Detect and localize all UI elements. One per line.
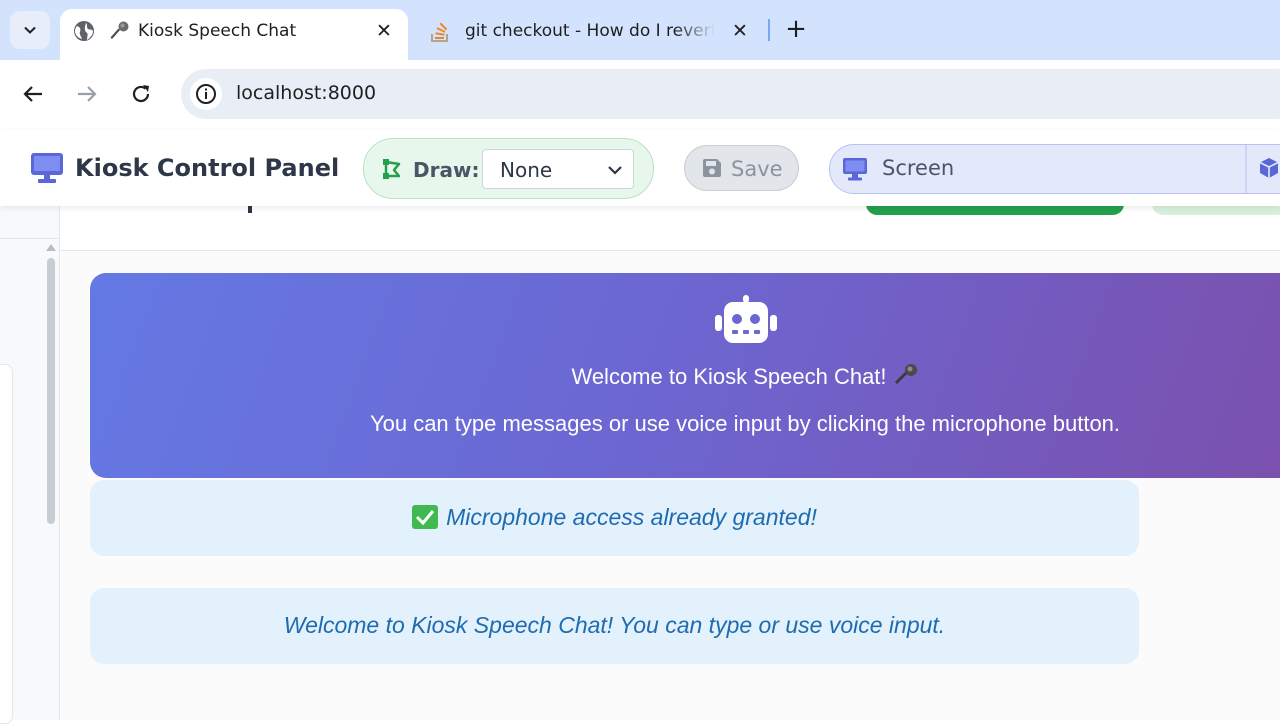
screen-selector[interactable]: Screen [829,144,1280,194]
scroll-up-arrow[interactable] [46,244,56,251]
screen-label: Screen [882,156,955,180]
address-bar[interactable]: localhost:8000 [181,69,1280,119]
draw-mode-select[interactable]: None [482,149,634,189]
control-panel-header: Kiosk Control Panel Draw: None Save Scre… [0,130,1280,206]
save-button[interactable]: Save [684,145,799,191]
page-header-strip [60,204,1280,251]
info-icon [196,84,216,104]
welcome-title-line: Welcome to Kiosk Speech Chat! [90,363,1280,390]
cube-icon[interactable] [1258,157,1280,179]
tab-title: Kiosk Speech Chat [138,21,297,41]
tab-separator [768,19,770,41]
monitor-icon [843,158,867,181]
system-message: Welcome to Kiosk Speech Chat! You can ty… [90,588,1139,664]
stack-overflow-icon [431,22,448,42]
check-mark-icon [412,505,439,529]
welcome-subtitle: You can type messages or use voice input… [369,411,1121,436]
scrollbar-thumb[interactable] [47,258,55,524]
microphone-icon [110,21,129,39]
robot-icon [715,295,777,343]
system-message: Microphone access already granted! [90,480,1139,556]
chevron-down-icon [608,166,622,175]
draw-control: Draw: None [363,138,654,199]
tab-search-button[interactable] [10,11,50,49]
close-icon[interactable]: ✕ [372,19,396,43]
floppy-disk-icon [703,159,721,177]
clipped-heading [248,206,252,213]
message-text: Microphone access already granted! [446,504,817,530]
tab-git-checkout[interactable]: git checkout - How do I revert a ✕ [420,9,765,55]
save-label: Save [731,157,783,181]
app-title: Kiosk Control Panel [75,154,340,182]
sidebar-panel [0,364,13,724]
back-arrow-icon [23,86,42,102]
forward-arrow-icon [78,86,97,102]
reload-button[interactable] [127,80,155,108]
draw-label: Draw: [413,158,480,182]
tab-kiosk-speech-chat[interactable]: Kiosk Speech Chat ✕ [60,9,408,60]
microphone-icon [894,364,917,384]
reload-icon [132,85,150,103]
browser-tab-bar: Kiosk Speech Chat ✕ git checkout - How d… [0,0,1280,60]
welcome-banner: Welcome to Kiosk Speech Chat! You can ty… [90,273,1280,478]
draw-mode-value: None [500,158,553,182]
back-button[interactable] [19,80,47,108]
welcome-title: Welcome to Kiosk Speech Chat! [571,364,887,389]
globe-icon [74,21,94,41]
left-sidebar [0,206,60,724]
screen-divider [1245,145,1247,193]
browser-toolbar: localhost:8000 [0,60,1280,130]
forward-button[interactable] [73,80,101,108]
chevron-down-icon [24,26,36,34]
sidebar-divider [0,238,60,239]
site-info-button[interactable] [190,78,222,110]
draw-shape-icon [383,159,401,179]
plus-icon[interactable]: + [782,16,810,44]
tab-title: git checkout - How do I revert a [465,21,715,41]
message-text: Welcome to Kiosk Speech Chat! You can ty… [283,612,946,638]
url-text: localhost:8000 [236,82,377,104]
monitor-icon [31,153,63,183]
close-icon[interactable]: ✕ [728,19,752,43]
